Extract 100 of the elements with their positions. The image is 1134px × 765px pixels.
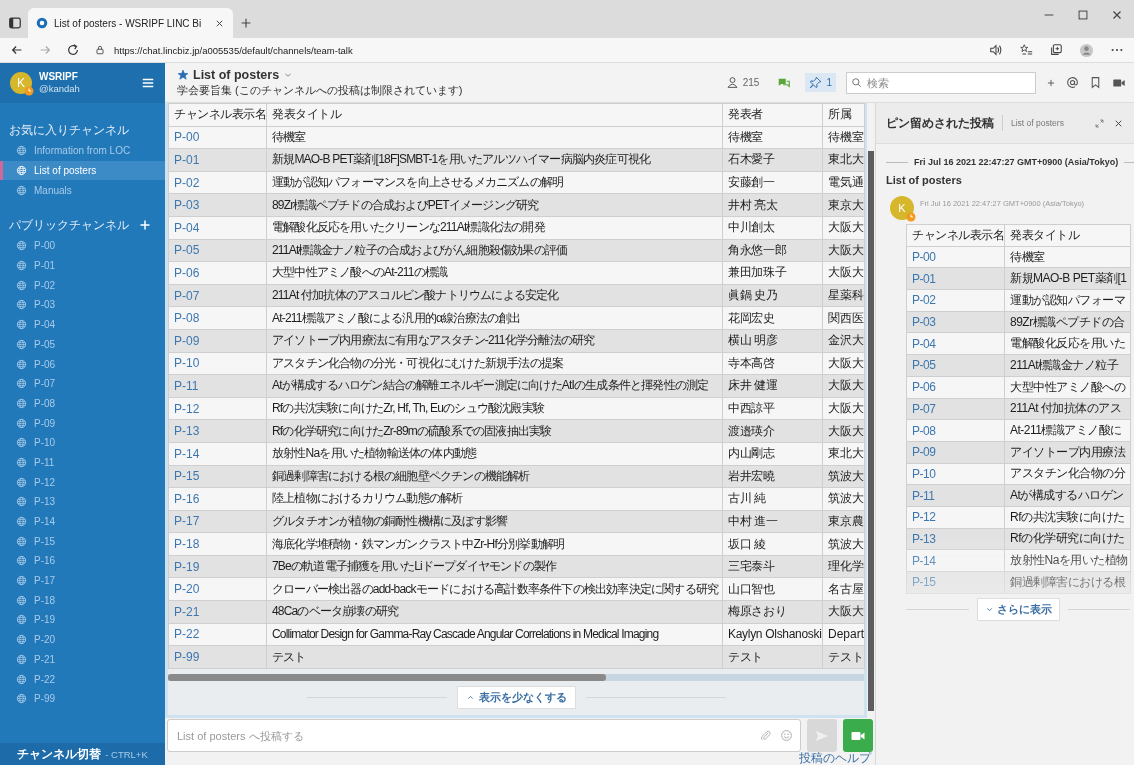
browser-tab[interactable]: List of posters - WSRIPF LINC Bi — [28, 8, 233, 38]
table-cell: Atが構成するハロゲン結合の解離エネルギー測定に向けたAtIの生成条件と揮発性の測定 — [266, 374, 723, 398]
table-cell: 陸上植物におけるカリウム動態の解析 — [266, 487, 723, 511]
channel-item[interactable]: P-10 — [0, 432, 165, 453]
channel-link[interactable]: P-04 — [906, 332, 1005, 355]
channel-link[interactable]: P-17 — [168, 510, 267, 533]
channel-link[interactable]: P-05 — [168, 239, 267, 262]
channel-link[interactable]: P-18 — [168, 532, 267, 556]
channel-item[interactable]: P-02 — [0, 275, 165, 296]
channel-item[interactable]: P-22 — [0, 669, 165, 689]
channel-item[interactable]: P-08 — [0, 393, 165, 414]
channel-item[interactable]: P-14 — [0, 511, 165, 532]
channel-link[interactable]: P-12 — [168, 397, 267, 420]
channel-switcher-button[interactable]: チャンネル切替 - CTRL+K — [0, 743, 165, 765]
channel-item[interactable]: P-01 — [0, 255, 165, 276]
channel-link[interactable]: P-13 — [906, 528, 1005, 550]
team-name[interactable]: WSRIPF — [39, 71, 134, 83]
channel-link[interactable]: P-20 — [168, 577, 267, 601]
channel-item[interactable]: P-20 — [0, 629, 165, 650]
table-cell: 大型中性アミノ酸へのAt-211の標識 — [266, 261, 723, 285]
channel-link[interactable]: P-10 — [168, 352, 267, 375]
channel-link[interactable]: P-15 — [168, 465, 267, 488]
channel-link[interactable]: P-03 — [906, 311, 1005, 333]
section-title: お気に入りチャンネル — [9, 122, 129, 138]
channel-item[interactable]: P-19 — [0, 610, 165, 630]
channel-link[interactable]: P-09 — [168, 329, 267, 353]
user-avatar: K — [890, 196, 914, 220]
channel-item[interactable]: List of posters — [0, 160, 165, 181]
table-cell: Rfの化学研究に向けたZr-89mの硫酸系での固液抽出実験 — [266, 419, 723, 443]
channel-item[interactable]: P-07 — [0, 373, 165, 394]
user-name: @kandah — [39, 83, 81, 95]
channel-link[interactable]: P-14 — [906, 549, 1005, 572]
channel-link[interactable]: P-14 — [168, 442, 267, 465]
channel-item[interactable]: P-15 — [0, 531, 165, 552]
channel-link[interactable]: P-00 — [168, 126, 267, 149]
channel-item[interactable]: P-05 — [0, 334, 165, 355]
channel-item[interactable]: P-99 — [0, 688, 165, 709]
table-cell: 89Zr標識ペプチドの合成およびPETイメージング研究 — [266, 193, 723, 217]
channel-link[interactable]: P-11 — [906, 484, 1005, 507]
channel-item[interactable]: P-13 — [0, 492, 165, 512]
column-header: チャンネル表示名 — [168, 103, 267, 127]
date-separator: Fri Jul 16 2021 22:47:27 GMT+0900 (Asia/Tokyo) — [914, 157, 1119, 167]
channel-item[interactable]: Manuals — [0, 180, 165, 201]
channel-item[interactable]: P-16 — [0, 551, 165, 571]
pinned-posts-button[interactable]: 1 — [805, 73, 836, 92]
channel-link[interactable]: P-07 — [906, 398, 1005, 420]
channel-item[interactable]: P-18 — [0, 590, 165, 611]
table-cell: クローバー検出器のadd-backモードにおける高計数率条件下の検出効率決定に関する研究 — [266, 577, 723, 601]
channel-link[interactable]: P-15 — [906, 571, 1005, 594]
panel-title: ピン留めされた投稿 — [886, 114, 994, 132]
channel-link[interactable]: P-07 — [168, 284, 267, 307]
channel-link[interactable]: P-11 — [168, 374, 267, 398]
channel-link[interactable]: P-01 — [168, 148, 267, 172]
show-less-button[interactable]: 表示を少なくする — [456, 686, 576, 710]
channel-item[interactable]: Information from LOC — [0, 141, 165, 161]
channel-link[interactable]: P-03 — [168, 193, 267, 217]
channel-link[interactable]: P-19 — [168, 555, 267, 578]
channel-link[interactable]: P-08 — [906, 419, 1005, 442]
channel-link[interactable]: P-10 — [906, 463, 1005, 485]
table-cell: 新規MAO-B PET薬剤[18F]SMBT-1を用いたアルツハイマー病脳内炎症可視化 — [266, 148, 723, 172]
channel-item[interactable]: P-06 — [0, 354, 165, 374]
channel-link[interactable]: P-01 — [906, 267, 1005, 290]
channel-link[interactable]: P-02 — [168, 171, 267, 194]
channel-item[interactable]: P-12 — [0, 472, 165, 492]
channel-link[interactable]: P-04 — [168, 216, 267, 240]
channel-link[interactable]: P-08 — [168, 306, 267, 330]
column-header: 発表者 — [722, 103, 823, 127]
channel-item[interactable]: P-17 — [0, 570, 165, 591]
member-count-button[interactable]: 215 — [721, 73, 764, 92]
channel-item[interactable]: P-09 — [0, 413, 165, 433]
show-more-button[interactable]: さらに表示 — [976, 597, 1060, 621]
channel-title-button[interactable]: List of posters — [177, 67, 712, 82]
channel-item[interactable]: P-11 — [0, 452, 165, 473]
table-cell: グルタチオンが植物の銅耐性機構に及ぼす影響 — [266, 510, 723, 533]
channel-link[interactable]: P-06 — [168, 261, 267, 285]
column-header: 発表タイトル — [266, 103, 723, 127]
channel-link[interactable]: P-99 — [168, 645, 267, 669]
channel-link[interactable]: P-16 — [168, 487, 267, 511]
channel-link[interactable]: P-00 — [906, 246, 1005, 268]
column-header: 発表タイトル — [1004, 224, 1131, 247]
channel-item[interactable]: P-00 — [0, 236, 165, 256]
channel-purpose: 学会要旨集 (このチャンネルへの投稿は制限されています) — [177, 82, 464, 98]
channel-link[interactable]: P-09 — [906, 441, 1005, 464]
channel-item[interactable]: P-21 — [0, 649, 165, 670]
channel-link[interactable]: P-22 — [168, 623, 267, 646]
table-cell: Rfの共沈実験に向けたZr, Hf, Th, Euのシュウ酸沈殿実験 — [266, 397, 723, 420]
table-cell: 待機室 — [266, 126, 723, 149]
channel-item[interactable]: P-04 — [0, 314, 165, 335]
channel-link[interactable]: P-21 — [168, 600, 267, 624]
search-field[interactable]: 検索 — [846, 71, 1036, 94]
channel-heading: List of posters — [886, 174, 963, 186]
channel-link[interactable]: P-05 — [906, 354, 1005, 377]
help-link[interactable]: 投稿のヘルプ — [799, 751, 871, 765]
channel-link[interactable]: P-13 — [168, 419, 267, 443]
channel-link[interactable]: P-06 — [906, 376, 1005, 398]
table-cell: テスト — [266, 645, 723, 669]
table-cell: 銅過剰障害における根の細胞壁ペクチンの機能解析 — [266, 465, 723, 488]
channel-item[interactable]: P-03 — [0, 295, 165, 315]
channel-link[interactable]: P-02 — [906, 289, 1005, 312]
channel-link[interactable]: P-12 — [906, 506, 1005, 529]
